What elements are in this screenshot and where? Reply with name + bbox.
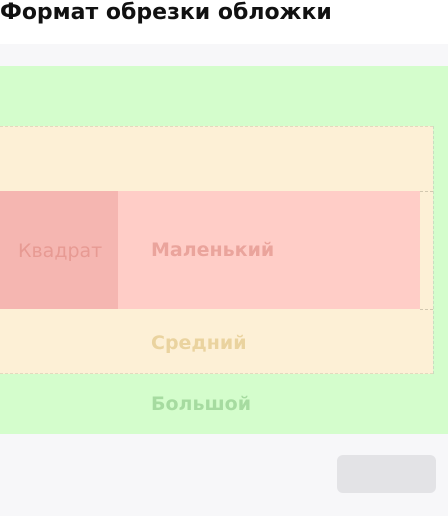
dialog-title: Формат обрезки обложки	[0, 0, 332, 25]
crop-zone-small-label: Маленький	[151, 239, 275, 261]
crop-zone-square-label: Квадрат	[18, 240, 103, 262]
confirm-button[interactable]	[337, 455, 436, 493]
crop-preview-panel: Квадрат Маленький Средний Большой	[0, 44, 448, 516]
crop-zone-divider	[433, 126, 434, 374]
crop-zone-large-label: Большой	[151, 393, 252, 415]
crop-zone-divider	[420, 191, 433, 192]
crop-format-dialog: Формат обрезки обложки Квадрат Маленький…	[0, 0, 448, 516]
crop-zone-divider	[420, 309, 433, 310]
crop-zone-medium-label: Средний	[151, 332, 247, 354]
